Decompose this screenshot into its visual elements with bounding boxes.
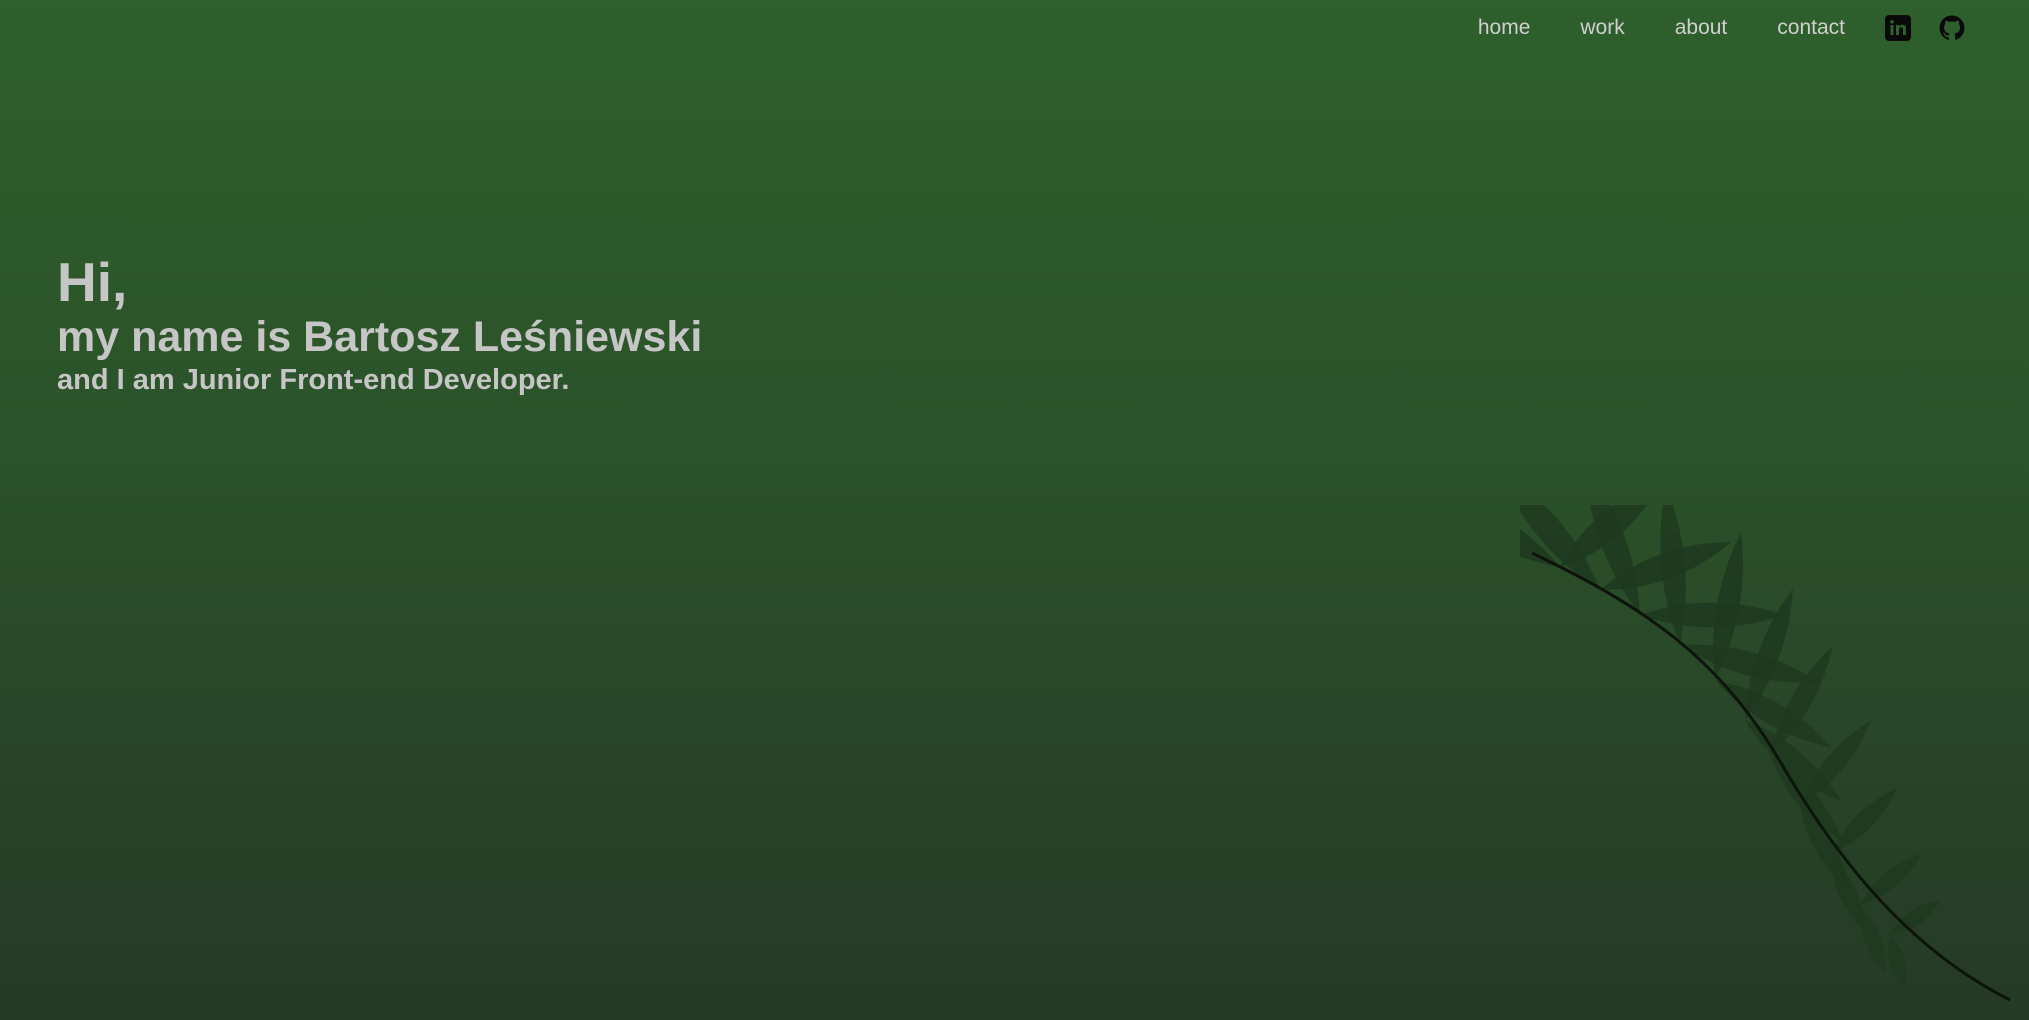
fern-frond [1887, 935, 1906, 988]
hero-role-line: and I am Junior Front-end Developer. [57, 364, 570, 396]
hero-intro: Hi, my name is Bartosz Leśniewski and I … [57, 252, 702, 398]
fern-frond [1860, 853, 1922, 905]
top-navigation: home work about contact [1478, 0, 2029, 56]
linkedin-icon[interactable] [1885, 15, 1911, 41]
fern-leaf-illustration [1520, 505, 2011, 1002]
fern-frond [1640, 602, 1784, 628]
fern-frond [1830, 787, 1898, 855]
fern-frond [1680, 644, 1820, 683]
hero-greeting: Hi, [57, 251, 128, 313]
nav-link-home[interactable]: home [1478, 16, 1531, 40]
hero-name-line: my name is Bartosz Leśniewski [57, 313, 703, 361]
fern-frond [1660, 505, 1686, 645]
nav-link-contact[interactable]: contact [1777, 16, 1845, 40]
nav-link-about[interactable]: about [1675, 16, 1728, 40]
fern-stem [1531, 551, 2011, 1002]
social-links [1885, 15, 1965, 41]
github-icon[interactable] [1939, 15, 1965, 41]
nav-link-work[interactable]: work [1580, 16, 1624, 40]
fern-frond [1859, 905, 1885, 973]
